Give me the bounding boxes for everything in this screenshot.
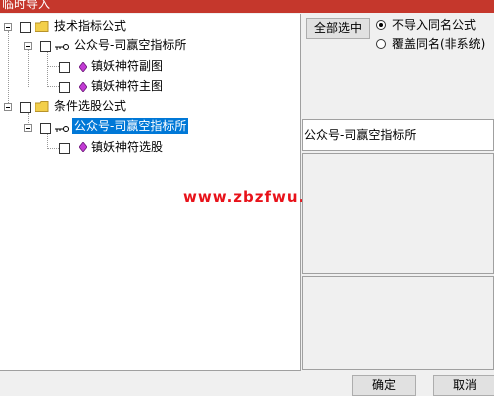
formula-gem-icon	[79, 142, 87, 152]
formula-gem-icon	[79, 62, 87, 72]
group1-checkbox[interactable]	[20, 22, 31, 33]
radio-overwrite-label[interactable]: 覆盖同名(非系统)	[392, 37, 485, 51]
key-icon	[55, 126, 69, 132]
ok-button[interactable]: 确定	[352, 375, 416, 396]
tree-item-label[interactable]: 镇妖神符选股	[89, 139, 165, 155]
item-checkbox[interactable]	[59, 143, 70, 154]
tree-line	[8, 31, 9, 107]
description-panel	[302, 153, 494, 274]
tree-group-label[interactable]: 技术指标公式	[52, 18, 128, 34]
expand-toggle[interactable]	[24, 42, 32, 50]
cancel-button[interactable]: 取消	[433, 375, 494, 396]
item-checkbox[interactable]	[59, 82, 70, 93]
group2-child-checkbox[interactable]	[40, 123, 51, 134]
tree-group-label[interactable]: 条件选股公式	[52, 98, 128, 114]
folder-icon	[35, 21, 49, 32]
group2-checkbox[interactable]	[20, 102, 31, 113]
tree-line	[47, 148, 59, 149]
select-all-button[interactable]: 全部选中	[306, 18, 370, 39]
detail-panel	[302, 276, 494, 370]
formula-name-text: 公众号-司赢空指标所	[304, 128, 417, 142]
tree-child-label[interactable]: 公众号-司赢空指标所	[72, 37, 188, 53]
button-bar	[0, 371, 494, 396]
tree-line	[47, 86, 59, 87]
expand-toggle[interactable]	[4, 23, 12, 31]
tree-child-label-selected[interactable]: 公众号-司赢空指标所	[72, 118, 189, 134]
tree-item-label[interactable]: 镇妖神符副图	[89, 58, 165, 74]
formula-gem-icon	[79, 82, 87, 92]
folder-icon	[35, 101, 49, 112]
window-title: 临时导入	[2, 0, 51, 11]
expand-toggle[interactable]	[24, 124, 32, 132]
expand-toggle[interactable]	[4, 103, 12, 111]
window-titlebar: 临时导入	[0, 0, 494, 13]
tree-line	[47, 66, 59, 67]
group1-child-checkbox[interactable]	[40, 41, 51, 52]
tree-line	[47, 132, 48, 149]
formula-name-box: 公众号-司赢空指标所	[302, 119, 494, 151]
radio-overwrite[interactable]	[376, 39, 386, 49]
tree-item-label[interactable]: 镇妖神符主图	[89, 78, 165, 94]
key-icon	[55, 44, 69, 50]
item-checkbox[interactable]	[59, 62, 70, 73]
radio-no-import[interactable]	[376, 20, 386, 30]
radio-no-import-label[interactable]: 不导入同名公式	[392, 18, 476, 32]
tree-line	[47, 52, 48, 87]
